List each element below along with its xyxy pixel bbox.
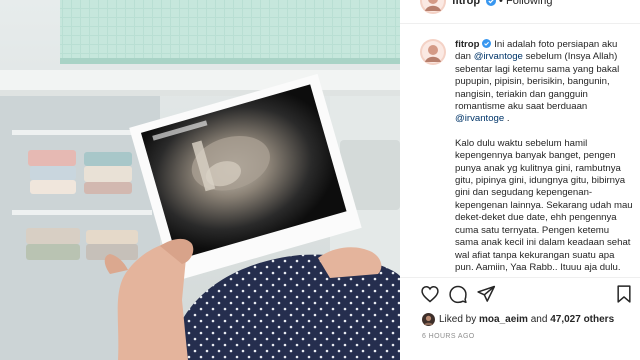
divider bbox=[400, 277, 640, 278]
likes-prefix: Liked by bbox=[439, 314, 477, 325]
ultrasound-photo-illustration bbox=[0, 0, 400, 360]
liker-username[interactable]: moa_aeim bbox=[479, 314, 528, 325]
action-bar bbox=[420, 284, 636, 308]
likes-connector: and bbox=[530, 314, 548, 325]
caption-text-segment: . bbox=[506, 113, 510, 125]
heart-icon[interactable] bbox=[420, 284, 440, 304]
caption-paragraph-1: fitrop Ini adalah foto persiapan aku dan… bbox=[455, 39, 632, 126]
header-separator: • bbox=[499, 0, 503, 7]
mention-link[interactable]: @irvantoge bbox=[474, 51, 523, 62]
mention-link[interactable]: @irvantoge bbox=[455, 113, 504, 124]
follow-status-button[interactable]: Following bbox=[506, 0, 552, 8]
likes-text: Liked by moa_aeim and 47,027 others bbox=[439, 313, 614, 327]
post-photo[interactable] bbox=[0, 0, 400, 360]
author-username[interactable]: fitrop bbox=[452, 0, 480, 8]
post-caption: fitrop Ini adalah foto persiapan aku dan… bbox=[420, 39, 632, 284]
likes-count[interactable]: 47,027 others bbox=[550, 314, 614, 325]
caption-username[interactable]: fitrop bbox=[455, 39, 480, 50]
caption-paragraph-2: Kalo dulu waktu sebelum hamil kepengenny… bbox=[455, 137, 632, 273]
bookmark-icon[interactable] bbox=[614, 284, 634, 304]
author-avatar[interactable] bbox=[420, 0, 446, 14]
likes-summary[interactable]: Liked by moa_aeim and 47,027 others bbox=[422, 313, 638, 327]
liker-avatar[interactable] bbox=[422, 313, 435, 326]
caption-author-avatar[interactable] bbox=[420, 39, 446, 65]
post-header: fitrop • Following bbox=[400, 0, 640, 24]
comment-icon[interactable] bbox=[448, 284, 468, 304]
post-sidebar: fitrop • Following fitrop Ini adalah fot… bbox=[400, 0, 640, 360]
share-icon[interactable] bbox=[476, 284, 496, 304]
verified-badge-icon bbox=[486, 0, 496, 6]
verified-badge-icon bbox=[481, 39, 491, 48]
caption-text: fitrop Ini adalah foto persiapan aku dan… bbox=[455, 39, 632, 274]
post-timestamp[interactable]: 6 HOURS AGO bbox=[422, 333, 475, 340]
